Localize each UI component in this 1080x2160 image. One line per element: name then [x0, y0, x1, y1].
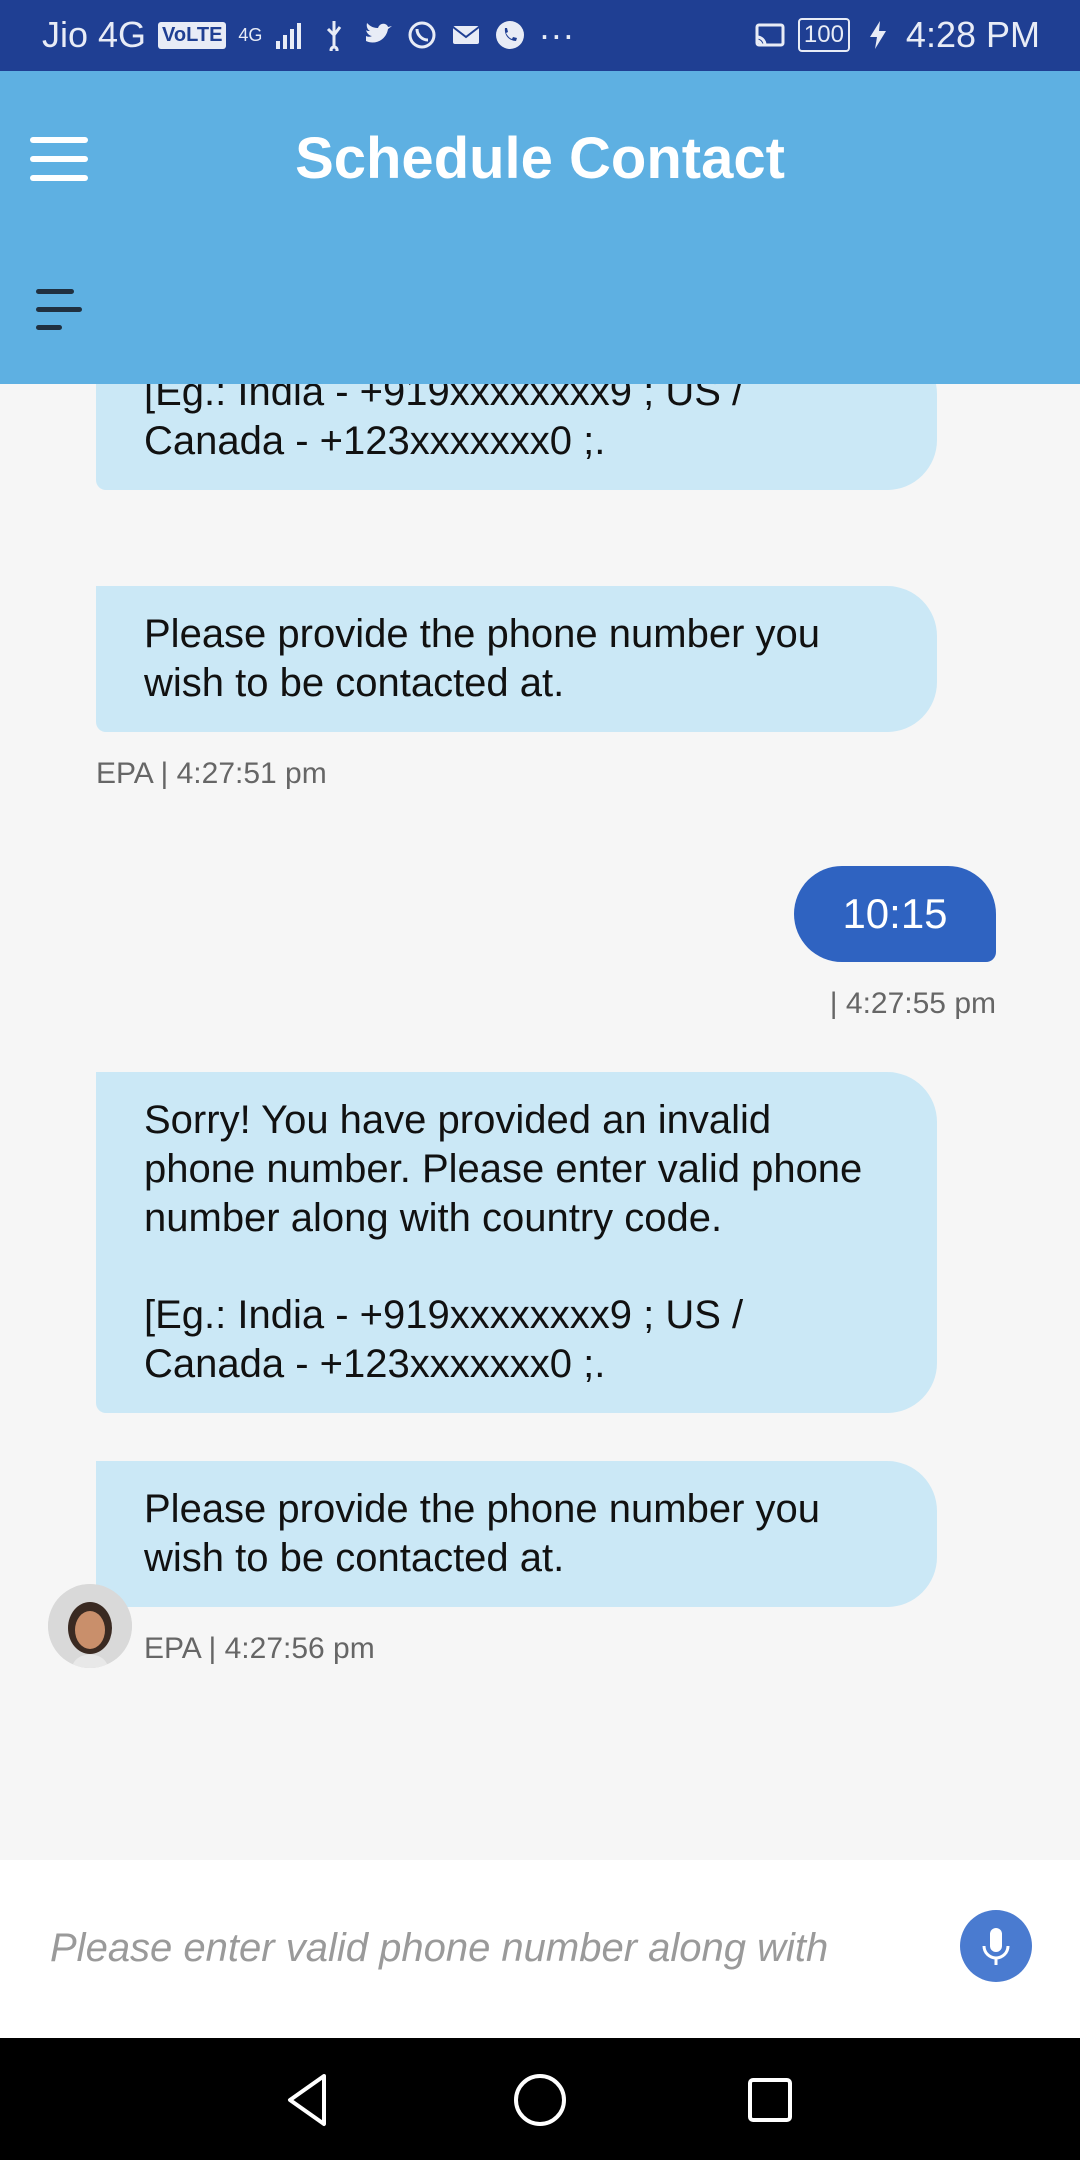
more-notifications-icon: ··· — [538, 14, 575, 55]
phone-call-icon — [496, 21, 525, 49]
message-text: wish to be contacted at. — [144, 1536, 565, 1580]
microphone-icon — [982, 1928, 1010, 1965]
chat-area[interactable]: [Eg.: India - +919xxxxxxxx9 ; US / Canad… — [0, 384, 1080, 1860]
message-text: Please provide the phone number you — [144, 612, 821, 656]
message-timestamp: | 4:27:55 pm — [829, 987, 996, 1020]
app-bar: Schedule Contact — [0, 71, 1080, 384]
bot-message: Please provide the phone number you wish… — [96, 586, 937, 732]
volte-badge: VoLTE — [158, 21, 227, 49]
avatar-image — [48, 1584, 132, 1668]
clock: 4:28 PM — [905, 14, 1040, 55]
status-left: Jio 4G VoLTE 4G ··· — [42, 14, 574, 56]
bot-avatar — [48, 1584, 132, 1668]
battery-level: 100 — [797, 18, 850, 52]
bot-message: Please provide the phone number you wish… — [96, 1461, 937, 1607]
bot-message: [Eg.: India - +919xxxxxxxx9 ; US / Canad… — [96, 384, 937, 490]
message-text: number along with country code. — [144, 1196, 723, 1240]
usb-icon — [327, 21, 342, 51]
signal-icon — [276, 23, 302, 49]
status-right: 100 4:28 PM — [754, 14, 1040, 56]
status-bar: Jio 4G VoLTE 4G ··· 100 4:28 PM — [0, 0, 1080, 71]
message-text: [Eg.: India - +919xxxxxxxx9 ; US / — [144, 1293, 744, 1337]
message-timestamp: EPA | 4:27:56 pm — [144, 1632, 375, 1665]
network-type: 4G — [238, 25, 263, 45]
message-text: [Eg.: India - +919xxxxxxxx9 ; US / — [144, 384, 744, 414]
message-timestamp: EPA | 4:27:51 pm — [96, 757, 327, 790]
message-text: Canada - +123xxxxxxx0 ;. — [144, 1342, 606, 1386]
bot-message: Sorry! You have provided an invalid phon… — [96, 1072, 937, 1413]
recents-icon[interactable] — [738, 2068, 802, 2132]
cast-icon — [755, 23, 785, 47]
message-text: phone number. Please enter valid phone — [144, 1147, 863, 1191]
message-text: Sorry! You have provided an invalid — [144, 1098, 772, 1142]
home-icon[interactable] — [508, 2068, 572, 2132]
charging-icon — [869, 21, 886, 49]
message-text: wish to be contacted at. — [144, 661, 565, 705]
user-message: 10:15 — [794, 866, 996, 962]
system-nav-bar — [0, 2038, 1080, 2160]
mic-button[interactable] — [960, 1910, 1032, 1982]
message-input[interactable] — [48, 1912, 912, 1984]
whatsapp-icon — [408, 21, 436, 49]
message-text: Please provide the phone number you — [144, 1487, 821, 1531]
options-icon[interactable] — [36, 289, 82, 335]
twitter-icon — [366, 23, 393, 43]
message-text: Canada - +123xxxxxxx0 ;. — [144, 419, 606, 463]
page-title: Schedule Contact — [295, 126, 785, 191]
carrier-label: Jio 4G — [42, 14, 147, 55]
back-icon[interactable] — [276, 2068, 340, 2132]
composer-bar — [0, 1860, 1080, 2038]
mail-icon — [452, 26, 481, 44]
